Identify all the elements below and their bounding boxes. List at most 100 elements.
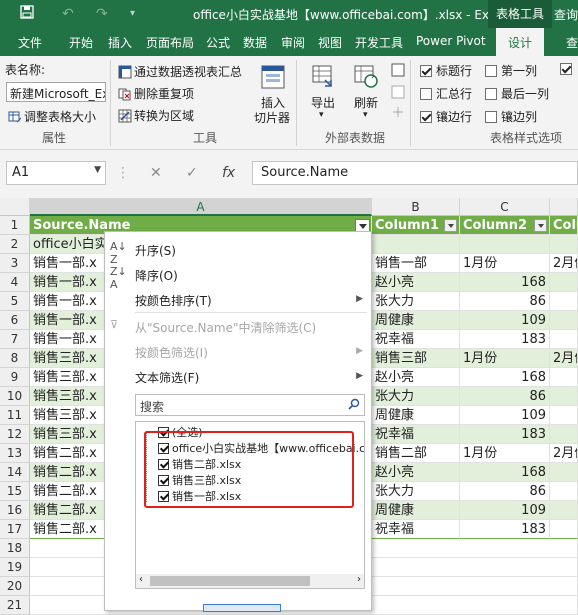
tab-power-pivot[interactable]: Power Pivot — [416, 34, 486, 48]
table-cell[interactable]: 祝幸福 — [372, 330, 460, 349]
row-header[interactable]: 1 — [0, 216, 30, 235]
table-cell[interactable]: 183 — [460, 425, 550, 444]
insert-function-icon[interactable]: fx — [222, 165, 235, 181]
tab-view[interactable]: 视图 — [318, 34, 342, 51]
table-cell[interactable] — [550, 292, 578, 311]
table-cell[interactable] — [550, 501, 578, 520]
scroll-right-icon[interactable]: › — [357, 574, 361, 585]
banded-rows-checkbox[interactable]: 镶边行 — [420, 108, 472, 125]
row-header[interactable]: 11 — [0, 406, 30, 425]
table-cell[interactable]: 1月份 — [460, 254, 550, 273]
table-cell[interactable]: 张大力 — [372, 292, 460, 311]
column-header-c[interactable]: C — [460, 198, 550, 216]
tab-data[interactable]: 数据 — [243, 34, 267, 51]
resize-table-button[interactable]: 调整表格大小 — [8, 108, 96, 125]
table-header-cell[interactable]: Column1 — [372, 216, 460, 235]
total-row-checkbox[interactable]: 汇总行 — [420, 85, 472, 102]
sort-ascending-item[interactable]: 升序(S) — [135, 242, 176, 259]
table-cell[interactable]: 168 — [460, 273, 550, 292]
header-row-checkbox[interactable]: 标题行 — [420, 62, 472, 79]
enter-icon[interactable]: ✓ — [186, 165, 198, 181]
remove-duplicates-button[interactable]: 删除重复项 — [118, 85, 194, 102]
table-cell[interactable]: 2月份 — [550, 444, 578, 463]
row-header[interactable]: 9 — [0, 368, 30, 387]
table-cell[interactable]: 109 — [460, 406, 550, 425]
table-cell[interactable] — [550, 235, 578, 254]
table-cell[interactable] — [550, 387, 578, 406]
filter-dropdown-button[interactable] — [444, 219, 457, 232]
row-header[interactable]: 19 — [0, 558, 30, 577]
sort-descending-item[interactable]: 降序(O) — [135, 267, 178, 284]
table-cell[interactable] — [550, 368, 578, 387]
table-cell[interactable] — [550, 330, 578, 349]
first-column-checkbox[interactable]: 第一列 — [485, 62, 537, 79]
table-cell[interactable] — [550, 482, 578, 501]
tab-developer[interactable]: 开发工具 — [355, 34, 403, 51]
table-cell[interactable] — [550, 273, 578, 292]
row-header[interactable]: 14 — [0, 463, 30, 482]
row-header[interactable]: 4 — [0, 273, 30, 292]
table-cell[interactable] — [550, 463, 578, 482]
horizontal-scrollbar[interactable]: ‹ › — [136, 574, 364, 588]
row-header[interactable]: 6 — [0, 311, 30, 330]
table-cell[interactable]: 183 — [460, 330, 550, 349]
name-box[interactable]: A1 ▼ — [6, 161, 106, 185]
sort-by-color-item[interactable]: 按颜色排序(T) — [135, 292, 212, 309]
row-header[interactable]: 12 — [0, 425, 30, 444]
table-cell[interactable]: 周健康 — [372, 501, 460, 520]
table-cell[interactable] — [550, 425, 578, 444]
table-cell[interactable]: 183 — [460, 520, 550, 539]
row-header[interactable]: 13 — [0, 444, 30, 463]
row-header[interactable]: 7 — [0, 330, 30, 349]
row-header[interactable]: 15 — [0, 482, 30, 501]
table-cell[interactable]: 张大力 — [372, 387, 460, 406]
save-icon[interactable] — [20, 5, 34, 24]
table-name-input[interactable]: 新建Microsoft_Excel — [6, 82, 106, 102]
filter-by-color-item[interactable]: 按颜色筛选(I) — [135, 344, 208, 361]
table-cell[interactable]: 168 — [460, 368, 550, 387]
select-all-corner[interactable] — [0, 198, 30, 216]
row-header[interactable]: 21 — [0, 596, 30, 615]
table-cell[interactable]: 销售三部 — [372, 349, 460, 368]
table-cell[interactable] — [550, 311, 578, 330]
row-header[interactable]: 3 — [0, 254, 30, 273]
table-cell[interactable]: 109 — [460, 501, 550, 520]
convert-to-range-button[interactable]: 转换为区域 — [118, 107, 194, 124]
table-header-cell[interactable]: Column2 — [460, 216, 550, 235]
table-cell[interactable] — [550, 406, 578, 425]
row-header[interactable]: 16 — [0, 501, 30, 520]
table-cell[interactable]: 86 — [460, 292, 550, 311]
table-cell[interactable]: 祝幸福 — [372, 425, 460, 444]
chevron-down-icon[interactable]: ▼ — [94, 165, 101, 175]
table-cell[interactable]: 祝幸福 — [372, 520, 460, 539]
table-cell[interactable]: 周健康 — [372, 311, 460, 330]
last-column-checkbox[interactable]: 最后一列 — [485, 85, 549, 102]
row-header[interactable]: 2 — [0, 235, 30, 254]
table-cell[interactable]: 1月份 — [460, 349, 550, 368]
tab-file[interactable]: 文件 — [18, 34, 42, 51]
table-cell[interactable]: 2月份 — [550, 349, 578, 368]
table-cell[interactable]: 赵小亮 — [372, 463, 460, 482]
filter-search-input[interactable]: 搜索 — [135, 394, 365, 416]
tab-home[interactable]: 开始 — [69, 34, 93, 51]
cancel-icon[interactable]: ✕ — [150, 165, 162, 181]
filter-dropdown-button[interactable] — [534, 219, 547, 232]
row-header[interactable]: 17 — [0, 520, 30, 539]
scroll-left-icon[interactable]: ‹ — [139, 574, 143, 585]
formula-input[interactable]: Source.Name — [252, 161, 578, 185]
table-cell[interactable] — [372, 235, 460, 254]
row-header[interactable]: 10 — [0, 387, 30, 406]
table-cell[interactable]: 168 — [460, 463, 550, 482]
filter-button-checkbox[interactable] — [560, 62, 576, 76]
column-header-d[interactable] — [550, 198, 578, 216]
text-filters-item[interactable]: 文本筛选(F) — [135, 369, 199, 386]
undo-icon[interactable]: ↶ — [62, 5, 74, 23]
table-cell[interactable]: 2月份 — [550, 254, 578, 273]
table-cell[interactable] — [550, 520, 578, 539]
row-header[interactable]: 18 — [0, 539, 30, 558]
table-cell[interactable]: 赵小亮 — [372, 368, 460, 387]
tab-insert[interactable]: 插入 — [108, 34, 132, 51]
banded-columns-checkbox[interactable]: 镶边列 — [485, 108, 537, 125]
redo-icon[interactable]: ↷ — [96, 5, 108, 23]
table-cell[interactable]: 销售一部 — [372, 254, 460, 273]
